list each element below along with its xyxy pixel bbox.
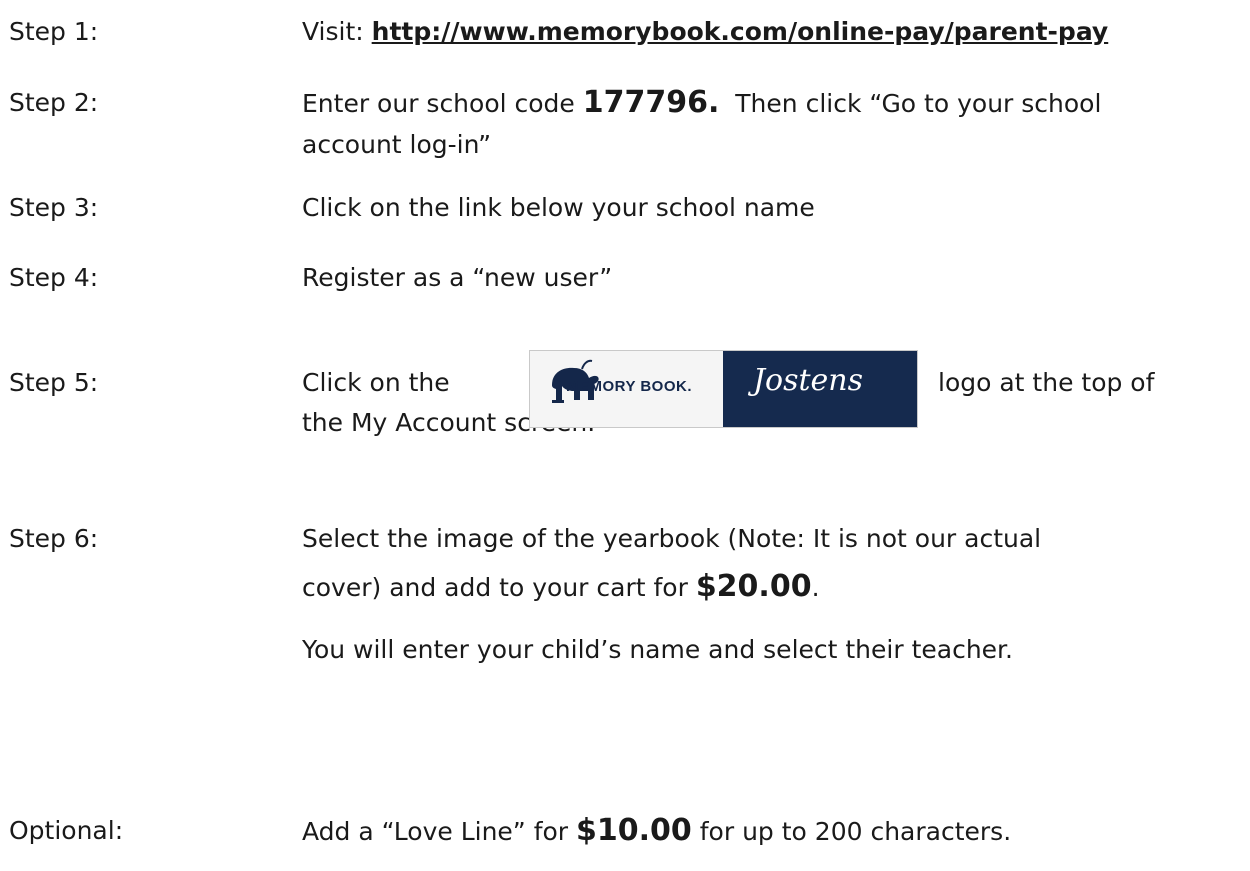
step-6-line-1: Select the image of the yearbook (Note: … [302,524,1042,553]
optional-label: Optional: [9,816,124,845]
step-4-label: Step 4: [9,263,99,292]
step-6-label: Step 6: [9,524,99,553]
yearbook-price: $20.00 [695,569,812,604]
step-2-line-2: account log-in” [302,130,492,159]
step-2-text-b: Then click “Go to your school [719,89,1102,118]
step-2-text-a: Enter our school code [302,89,583,118]
jostens-wordmark: Jostens [753,363,864,398]
optional-text-b: for up to 200 characters. [691,817,1012,846]
step-2-label: Step 2: [9,88,99,117]
step-1-label: Step 1: [9,17,99,46]
memory-book-wordmark: MEMORY BOOK. [566,378,693,395]
memorybook-link[interactable]: http://www.memorybook.com/online-pay/par… [372,17,1109,46]
love-line-price: $10.00 [576,813,692,848]
step-5-label: Step 5: [9,368,99,397]
step-6-text-a: cover) and add to your cart for [302,573,696,602]
step-3-text: Click on the link below your school name [302,193,815,222]
jostens-logo: Jostens [723,351,917,427]
step-6-line-3: You will enter your child’s name and sel… [302,635,1013,664]
memory-book-logo: MEMORY BOOK. [530,351,723,427]
school-code: 177796. [582,85,720,120]
optional-text: Add a “Love Line” for $10.00 for up to 2… [302,810,1011,853]
optional-text-a: Add a “Love Line” for [302,817,577,846]
step-1-prefix: Visit: [302,17,372,46]
step-3-label: Step 3: [9,193,99,222]
step-6-text-b: . [811,573,820,602]
step-4-text: Register as a “new user” [302,263,613,292]
memory-book-jostens-logo: MEMORY BOOK. Jostens [529,350,918,428]
step-2-line-1: Enter our school code 177796. Then click… [302,82,1101,125]
step-5-after: logo at the top of [938,368,1155,397]
step-6-line-2: cover) and add to your cart for $20.00. [302,566,820,609]
step-5-before: Click on the [302,368,450,397]
step-1-text: Visit: http://www.memorybook.com/online-… [302,11,1108,53]
